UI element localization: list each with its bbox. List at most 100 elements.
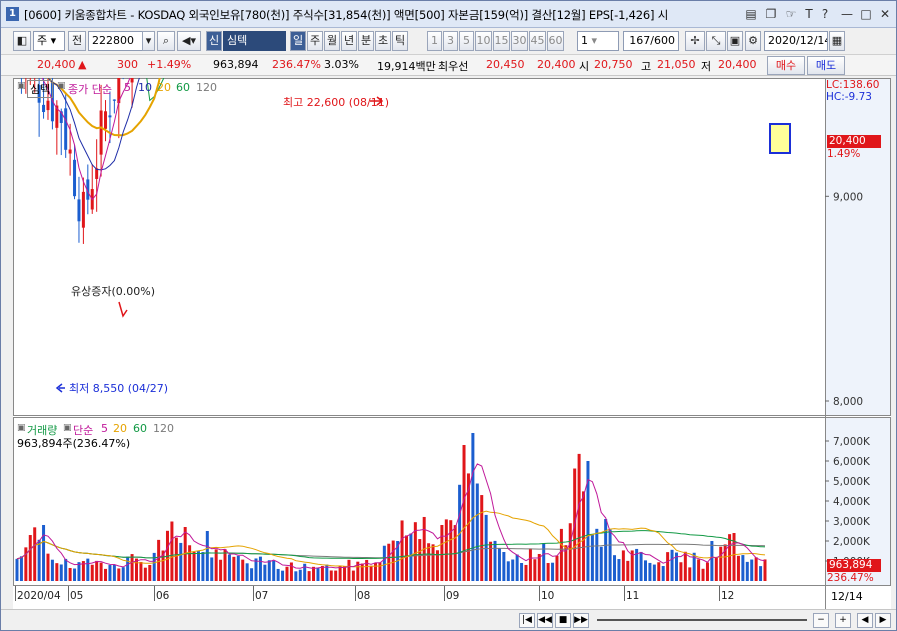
volume-bar — [214, 549, 218, 581]
period-button-1[interactable]: 주 — [307, 31, 323, 51]
volume-bar — [334, 570, 338, 581]
minute-button-45[interactable]: 45 — [529, 31, 546, 51]
volume-bar — [444, 519, 448, 581]
period-button-3[interactable]: 년 — [341, 31, 357, 51]
minute-button-3[interactable]: 3 — [443, 31, 458, 51]
close-icon[interactable]: ✕ — [877, 6, 893, 22]
volume-menu-icon[interactable]: ▣ — [17, 423, 26, 433]
scroll-forward-icon[interactable]: ▶▶ — [573, 613, 589, 628]
maximize-icon[interactable]: □ — [858, 6, 874, 22]
scroll-start-icon[interactable]: |◀ — [519, 613, 535, 628]
volume-bar — [135, 558, 139, 581]
scroll-right-icon[interactable]: ▶ — [875, 613, 891, 628]
up-arrow-icon: ▲ — [78, 58, 87, 71]
minimize-icon[interactable]: — — [839, 6, 855, 22]
volume-bar — [360, 563, 364, 581]
volume-bar — [15, 558, 19, 581]
stock-name-field[interactable]: 심텍 — [223, 31, 286, 51]
date-input[interactable]: 2020/12/14 — [764, 31, 828, 51]
volume-bar — [272, 560, 276, 581]
volume-bar — [316, 568, 320, 581]
period-button-5[interactable]: 초 — [375, 31, 391, 51]
period-button-2[interactable]: 월 — [324, 31, 340, 51]
volume-bar — [511, 559, 515, 581]
minute-button-1[interactable]: 1 — [427, 31, 442, 51]
save-icon[interactable]: ▣ — [727, 31, 743, 51]
calendar-icon[interactable]: ▦ — [829, 31, 845, 51]
period-button-4[interactable]: 분 — [358, 31, 374, 51]
ma-menu-icon[interactable]: ▣ — [57, 81, 66, 91]
volume-bar — [604, 519, 608, 581]
chart-canvas[interactable]: 22,00021,00020,00019,00018,00017,00016,0… — [13, 78, 891, 609]
volume-bar — [670, 549, 674, 581]
volume-bar — [577, 453, 581, 581]
volume-value: 963,894 — [213, 58, 259, 71]
sound-icon[interactable]: ◀▾ — [177, 31, 201, 51]
volume-bar — [643, 560, 647, 581]
volume-bar — [480, 495, 484, 581]
data-count-field[interactable]: 167/600 — [623, 31, 679, 51]
font-icon[interactable]: T — [801, 6, 817, 22]
volume-ma-menu-icon[interactable]: ▣ — [63, 423, 72, 433]
period-type-select[interactable]: 주 ▾ — [33, 31, 65, 51]
volume-bar — [50, 559, 54, 581]
panel-menu-icon[interactable]: ▣ — [17, 81, 26, 91]
window-list-icon[interactable]: ▤ — [743, 6, 759, 22]
volume-bar — [112, 564, 116, 581]
volume-bar — [750, 559, 754, 581]
code-dropdown-icon[interactable]: ▾ — [142, 31, 155, 51]
all-toggle[interactable]: 전 — [68, 31, 86, 51]
volume-tag: 963,894 — [827, 559, 881, 572]
indicator-icon[interactable]: ✢ — [685, 31, 705, 51]
volume-bar — [90, 564, 94, 581]
volume-bar — [613, 555, 617, 581]
volume-bar — [227, 554, 231, 581]
volume-bar — [121, 567, 125, 581]
scroll-left-icon[interactable]: ◀ — [857, 613, 873, 628]
volume-bar — [219, 559, 223, 581]
volume-bar — [489, 541, 493, 581]
buy-button[interactable]: 매수 — [767, 56, 805, 75]
minute-button-5[interactable]: 5 — [459, 31, 474, 51]
minute-button-60[interactable]: 60 — [547, 31, 564, 51]
tools-icon[interactable]: ⤡ — [706, 31, 726, 51]
scroll-back-icon[interactable]: ◀◀ — [537, 613, 553, 628]
copy-icon[interactable]: ❐ — [763, 6, 779, 22]
period-button-6[interactable]: 틱 — [392, 31, 408, 51]
volume-pct-tag: 236.47% — [827, 572, 874, 584]
period-button-0[interactable]: 일 — [290, 31, 306, 51]
change-percent: +1.49% — [147, 58, 192, 71]
volume-bar — [697, 559, 701, 581]
high-label: 고 — [641, 60, 652, 73]
pin-icon[interactable]: ☞ — [783, 6, 799, 22]
help-icon[interactable]: ? — [817, 6, 833, 22]
new-button[interactable]: 신 — [206, 31, 222, 51]
volume-tick-label: 7,000K — [833, 436, 871, 448]
stock-name-tag[interactable]: 심텍 — [27, 80, 54, 98]
zoom-out-icon[interactable]: − — [813, 613, 829, 628]
layout-icon[interactable]: ◧ — [13, 31, 31, 51]
volume-bar — [42, 525, 46, 581]
chart-area[interactable]: 22,00021,00020,00019,00018,00017,00016,0… — [13, 78, 891, 609]
volume-bar — [657, 562, 661, 581]
search-icon[interactable]: ⌕ — [157, 31, 175, 51]
interval-select[interactable]: 1 ▾ — [577, 31, 619, 51]
volume-bar — [431, 544, 435, 581]
volume-bar — [64, 558, 68, 581]
volume-tick-label: 5,000K — [833, 476, 871, 488]
volume-bar — [382, 545, 386, 581]
sell-button[interactable]: 매도 — [807, 56, 845, 75]
zoom-track[interactable] — [597, 619, 807, 621]
candle-body — [112, 99, 116, 101]
settings-gear-icon[interactable]: ⚙ — [745, 31, 761, 51]
volume-bar — [73, 568, 77, 581]
stop-icon[interactable]: ■ — [555, 613, 571, 628]
price-tag: 20,400 — [827, 135, 881, 148]
volume-tick-label: 6,000K — [833, 456, 871, 468]
current-bar-marker — [769, 123, 791, 154]
zoom-in-icon[interactable]: + — [835, 613, 851, 628]
minute-button-15[interactable]: 15 — [493, 31, 510, 51]
minute-button-10[interactable]: 10 — [475, 31, 492, 51]
volume-bar — [595, 528, 599, 581]
minute-button-30[interactable]: 30 — [511, 31, 528, 51]
